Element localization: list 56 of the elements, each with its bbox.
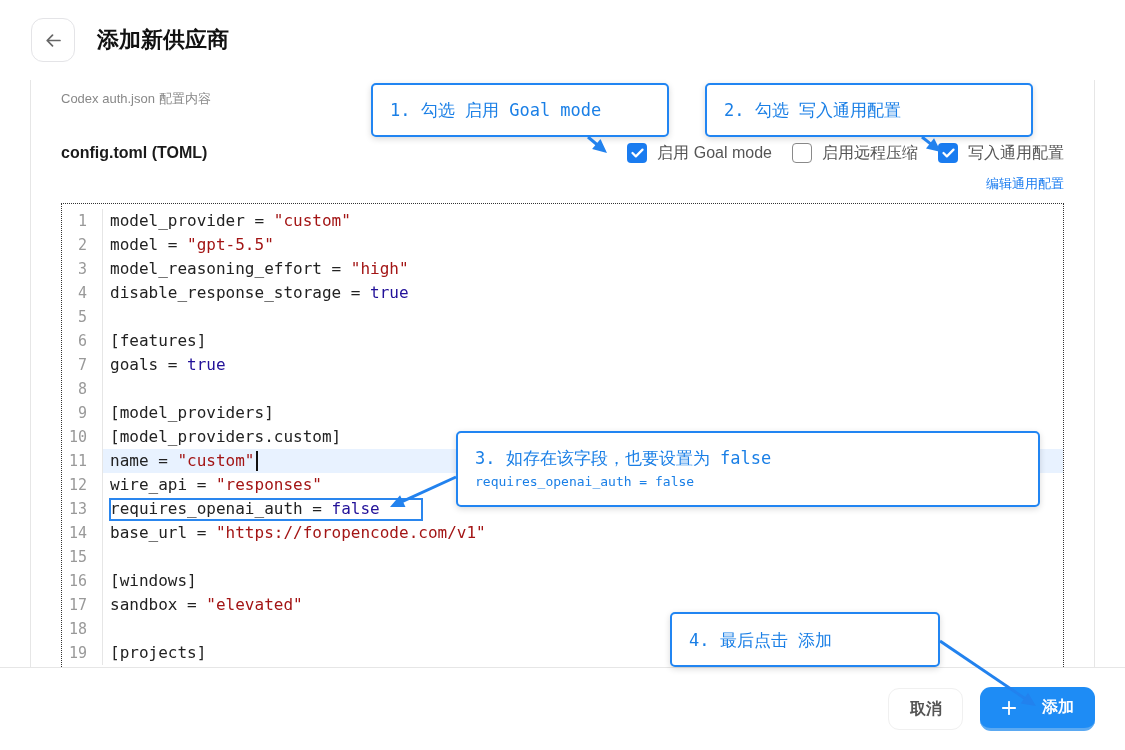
code-line: wire_api = "responses": [110, 474, 322, 496]
line-number: 18: [67, 619, 88, 640]
line-number: 11: [67, 451, 88, 472]
checkbox-label: 写入通用配置: [968, 142, 1064, 163]
code-line: [projects]: [110, 642, 207, 664]
checkbox[interactable]: [792, 143, 812, 163]
code-line: base_url = "https://foropencode.com/v1": [110, 522, 486, 544]
callout-note: requires_openai_auth = false: [475, 473, 696, 491]
field-caption: Codex auth.json 配置内容: [61, 90, 211, 108]
code-line: [windows]: [110, 570, 197, 592]
code-line: goals = true: [110, 354, 226, 376]
callout-text: 4. 最后点击 添加: [689, 628, 833, 651]
edit-config-link[interactable]: 编辑通用配置: [986, 175, 1064, 193]
code-line: model_provider = "custom": [110, 210, 351, 232]
callout-text: 1. 勾选 启用 Goal mode: [390, 99, 603, 121]
line-number: 17: [67, 595, 88, 616]
line-number: 12: [67, 475, 88, 496]
code-line: [model_providers]: [110, 402, 274, 424]
callout-text: 3. 如存在该字段，也要设置为 false: [475, 447, 773, 469]
line-number: 5: [76, 307, 88, 328]
line-number: 15: [67, 547, 88, 568]
code-line: model_reasoning_effort = "high": [110, 258, 409, 280]
line-number: 2: [76, 235, 88, 256]
add-button[interactable]: 添加: [980, 687, 1095, 731]
checkbox[interactable]: [627, 143, 648, 163]
text-cursor-icon: [255, 451, 258, 471]
line-number: 14: [67, 523, 88, 544]
code-line: [model_providers.custom]: [110, 426, 342, 448]
cancel-button[interactable]: 取消: [888, 688, 963, 730]
checkbox-label: 启用 Goal mode: [657, 142, 772, 163]
code-line: disable_response_storage = true: [110, 282, 409, 304]
line-number: 8: [76, 379, 88, 400]
checkbox[interactable]: [938, 143, 958, 163]
line-number: 7: [76, 355, 88, 376]
line-number: 13: [67, 499, 88, 520]
code-line: requires_openai_auth = false: [110, 498, 380, 520]
section-title: config.toml (TOML): [61, 144, 208, 162]
line-number: 4: [76, 283, 88, 304]
callout-text: 2. 勾选 写入通用配置: [724, 99, 902, 121]
line-number: 3: [76, 259, 88, 280]
line-number: 6: [76, 331, 88, 352]
code-line: [features]: [110, 330, 207, 352]
code-line: name = "custom": [110, 450, 255, 472]
line-number: 10: [67, 427, 88, 448]
plus-icon: [1001, 700, 1016, 715]
code-line: sandbox = "elevated": [110, 594, 303, 616]
line-number: 1: [76, 211, 88, 232]
arrow-left-icon: [45, 33, 61, 47]
page-title: 添加新供应商: [97, 26, 229, 54]
line-number: 9: [76, 403, 88, 424]
check-icon: [941, 148, 955, 158]
line-number: 16: [67, 571, 88, 592]
line-number: 19: [67, 643, 88, 664]
checkbox-label: 启用远程压缩: [822, 142, 918, 163]
code-line: model = "gpt-5.5": [110, 234, 274, 256]
check-icon: [630, 148, 644, 158]
